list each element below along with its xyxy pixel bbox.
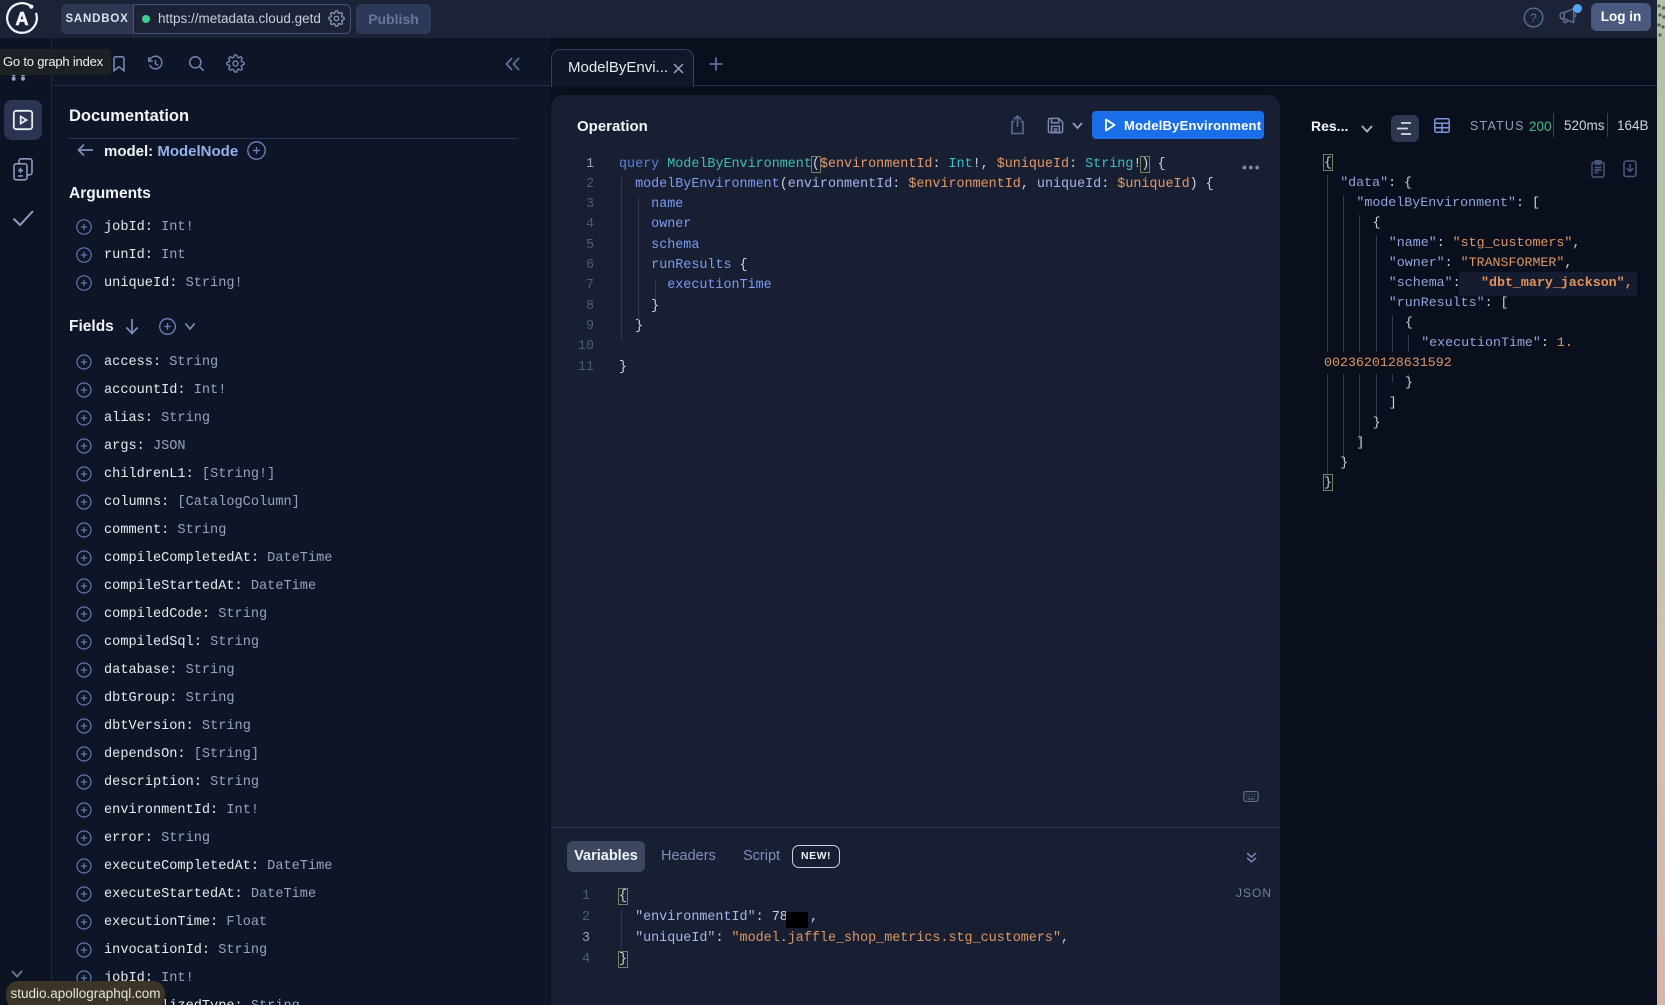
svg-text:A: A	[16, 9, 29, 29]
svg-text:?: ?	[1530, 11, 1537, 25]
